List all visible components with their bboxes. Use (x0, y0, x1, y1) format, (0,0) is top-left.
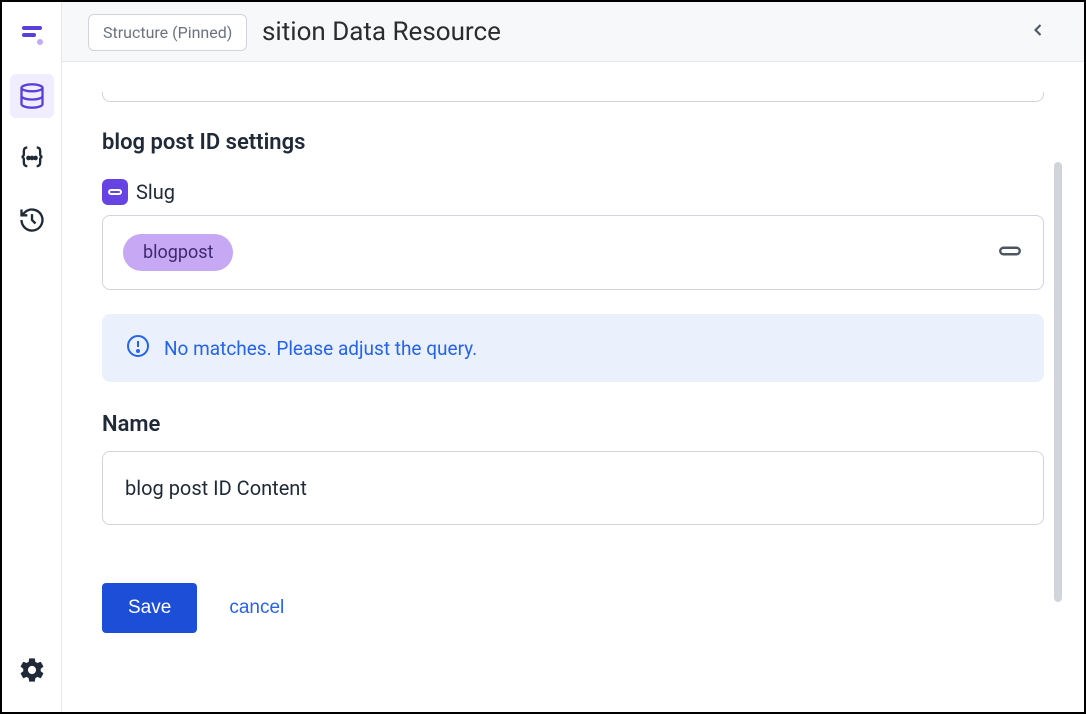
collapse-button[interactable] (1022, 14, 1054, 50)
save-button[interactable]: Save (102, 583, 197, 633)
slug-label-text: Slug (136, 180, 175, 204)
slug-input[interactable]: blogpost (102, 215, 1044, 290)
slug-chip[interactable]: blogpost (123, 234, 233, 271)
scrollbar-thumb[interactable] (1054, 162, 1062, 602)
logo-icon[interactable] (10, 12, 54, 56)
form-actions: Save cancel (102, 583, 1044, 633)
code-braces-icon[interactable] (10, 136, 54, 180)
gear-icon[interactable] (10, 648, 54, 692)
database-icon[interactable] (10, 74, 54, 118)
alert-message: No matches. Please adjust the query. (164, 337, 477, 360)
chevron-left-icon (1028, 20, 1048, 40)
section-title: blog post ID settings (102, 130, 1044, 155)
no-matches-alert: No matches. Please adjust the query. (102, 314, 1044, 382)
name-field-label: Name (102, 412, 1044, 437)
page-title: sition Data Resource (262, 17, 501, 47)
alert-circle-icon (126, 334, 150, 362)
link-icon (997, 238, 1023, 268)
content-panel: blog post ID settings Slug blogpost (62, 62, 1084, 712)
tooltip-label: Structure (Pinned) (103, 23, 232, 42)
slug-field-label: Slug (102, 179, 1044, 205)
sidebar (2, 2, 62, 712)
previous-field-edge (102, 92, 1044, 102)
history-icon[interactable] (10, 198, 54, 242)
structure-tooltip: Structure (Pinned) (88, 14, 247, 51)
slug-type-icon (102, 179, 128, 205)
main-area: sition Data Resource blog post ID settin… (62, 2, 1084, 712)
cancel-button[interactable]: cancel (229, 597, 284, 619)
name-input[interactable] (102, 451, 1044, 525)
